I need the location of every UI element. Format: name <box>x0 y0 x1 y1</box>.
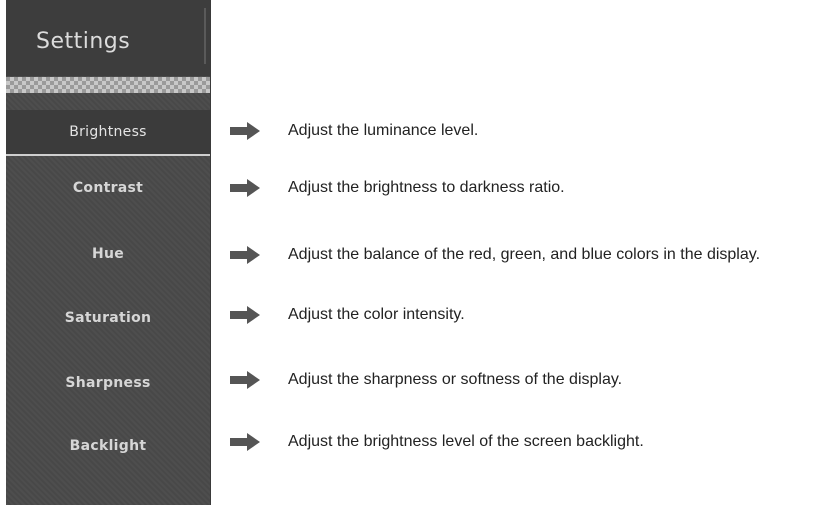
settings-sidebar: Settings Brightness Contrast Hue Saturat… <box>6 0 211 505</box>
right-arrow-icon <box>230 179 260 197</box>
description-text: Adjust the brightness to darkness ratio. <box>288 179 565 196</box>
right-arrow-icon <box>230 306 260 324</box>
header-divider <box>204 8 206 64</box>
description-row: Adjust the luminance level. <box>230 119 478 143</box>
right-arrow-icon <box>230 371 260 389</box>
description-text: Adjust the brightness level of the scree… <box>288 433 644 450</box>
menu-item-label: Brightness <box>69 124 147 140</box>
menu-item-label: Contrast <box>72 180 144 196</box>
description-text: Adjust the luminance level. <box>288 122 479 139</box>
description-text: Adjust the balance of the red, green, an… <box>288 246 761 263</box>
menu-item-contrast[interactable]: Contrast <box>6 166 210 210</box>
settings-guide: Settings Brightness Contrast Hue Saturat… <box>0 0 833 505</box>
menu-item-saturation[interactable]: Saturation <box>6 296 210 340</box>
sidebar-header: Settings <box>6 0 210 76</box>
description-text: Adjust the sharpness or softness of the … <box>288 371 623 388</box>
menu-item-label: Saturation <box>64 310 152 326</box>
selection-underline <box>6 154 210 156</box>
right-arrow-icon <box>230 122 260 140</box>
description-text: Adjust the color intensity. <box>288 306 465 323</box>
menu-item-sharpness[interactable]: Sharpness <box>6 361 210 405</box>
description-row: Adjust the sharpness or softness of the … <box>230 368 622 392</box>
menu-item-brightness[interactable]: Brightness <box>6 110 210 154</box>
menu-item-hue[interactable]: Hue <box>6 232 210 276</box>
menu-item-label: Sharpness <box>65 375 151 391</box>
description-row: Adjust the balance of the red, green, an… <box>230 243 760 267</box>
description-row: Adjust the color intensity. <box>230 303 465 327</box>
sidebar-title: Settings <box>36 29 131 54</box>
description-row: Adjust the brightness level of the scree… <box>230 430 644 454</box>
checker-strip <box>6 77 210 93</box>
menu-item-label: Hue <box>91 246 125 262</box>
description-row: Adjust the brightness to darkness ratio. <box>230 176 565 200</box>
right-arrow-icon <box>230 246 260 264</box>
right-arrow-icon <box>230 433 260 451</box>
menu-item-label: Backlight <box>69 438 147 454</box>
menu-item-backlight[interactable]: Backlight <box>6 424 210 468</box>
